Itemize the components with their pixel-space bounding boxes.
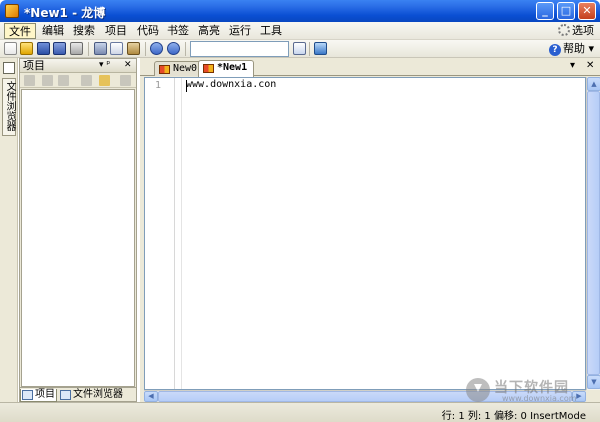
menu-edit[interactable]: 编辑 — [38, 23, 68, 39]
menu-file[interactable]: 文件 — [4, 23, 36, 39]
project-tree[interactable] — [21, 89, 135, 387]
tab-new1[interactable]: *New1 — [198, 60, 255, 77]
file-browser-side-tab[interactable]: 文件浏览器 — [2, 78, 16, 136]
panel-icon[interactable] — [3, 62, 15, 74]
close-tab-icon[interactable]: ✕ — [586, 60, 594, 71]
tab-new0-label: New0 — [173, 63, 198, 74]
minimize-button[interactable]: _ — [536, 2, 554, 20]
tab-file-browser-label: 文件浏览器 — [73, 389, 123, 400]
file-icon — [159, 65, 170, 74]
pin-icon[interactable]: ▾ ᵖ — [99, 59, 110, 72]
menu-code[interactable]: 代码 — [133, 23, 163, 39]
menu-bar: 文件 编辑 搜索 项目 代码 书签 高亮 运行 工具 选项 — [0, 22, 600, 40]
copy-icon[interactable] — [110, 42, 123, 55]
scroll-up-button[interactable]: ▲ — [587, 77, 600, 91]
gear-icon — [558, 24, 570, 36]
help-label: 帮助 — [562, 42, 585, 55]
cut-icon[interactable] — [94, 42, 107, 55]
status-bar: 行: 1 列: 1 偏移: 0 InsertMode — [0, 402, 600, 422]
search-input[interactable] — [190, 41, 289, 57]
tab-new0[interactable]: New0 — [154, 61, 205, 76]
title-bar[interactable]: *New1 - 龙博 _ □ ✕ — [0, 0, 600, 22]
save-all-icon[interactable] — [53, 42, 66, 55]
new-file-icon[interactable] — [4, 42, 17, 55]
tab-file-browser[interactable]: 文件浏览器 — [59, 389, 129, 402]
line-number: 1 — [155, 80, 162, 91]
menu-project[interactable]: 项目 — [101, 23, 131, 39]
new-project-icon[interactable] — [24, 75, 35, 86]
maximize-button[interactable]: □ — [557, 2, 575, 20]
menu-bookmark[interactable]: 书签 — [163, 23, 193, 39]
file-browser-icon — [60, 390, 71, 400]
close-icon[interactable]: ✕ — [124, 59, 132, 72]
undo-icon[interactable] — [150, 42, 163, 55]
menu-highlight[interactable]: 高亮 — [194, 23, 224, 39]
toolbar-separator — [309, 42, 310, 56]
open-folder-icon[interactable] — [20, 42, 33, 55]
file-icon — [203, 64, 214, 73]
menu-search[interactable]: 搜索 — [69, 23, 99, 39]
tab-list-icon[interactable]: ▾ — [570, 60, 575, 71]
save-icon[interactable] — [37, 42, 50, 55]
help-icon: ? — [548, 44, 561, 56]
tab-project-label: 项目 — [35, 389, 55, 400]
options-label: 选项 — [572, 24, 594, 37]
text-caret — [186, 80, 187, 92]
delete-icon[interactable] — [81, 75, 92, 86]
paste-icon[interactable] — [127, 42, 140, 55]
line-number-gutter: 1 — [145, 78, 175, 389]
cursor-status: 行: 1 列: 1 偏移: 0 InsertMode — [441, 411, 586, 422]
menu-tools[interactable]: 工具 — [256, 23, 286, 39]
properties-icon[interactable] — [120, 75, 131, 86]
code-line[interactable]: www.downxia.con — [186, 79, 276, 90]
project-panel-title: 项目 — [23, 59, 45, 72]
toolbar-separator — [185, 42, 186, 56]
menu-run[interactable]: 运行 — [225, 23, 255, 39]
vertical-scrollbar[interactable]: ▲ ▼ — [586, 77, 600, 390]
tab-project[interactable]: 项目 — [20, 389, 57, 402]
editor-tab-strip: New0 *New1 ▾ ✕ — [140, 58, 600, 77]
open-folder-icon[interactable] — [99, 75, 110, 86]
find-icon[interactable] — [293, 42, 306, 55]
image-icon[interactable] — [314, 42, 327, 55]
toolbar-separator — [88, 42, 89, 56]
add-folder-icon[interactable] — [58, 75, 69, 86]
project-panel-tabs: 项目 文件浏览器 — [20, 387, 136, 402]
scroll-left-button[interactable]: ◀ — [144, 391, 158, 402]
close-button[interactable]: ✕ — [578, 2, 596, 20]
editor-area: New0 *New1 ▾ ✕ 1 www.downxia.con ▲ ▼ ◀ ▶ — [140, 58, 600, 402]
vertical-scroll-thumb[interactable] — [587, 91, 600, 375]
add-file-icon[interactable] — [42, 75, 53, 86]
chevron-down-icon: ▾ — [588, 42, 594, 55]
download-logo-icon — [466, 378, 490, 402]
side-tab-strip: 文件浏览器 — [0, 58, 18, 402]
redo-icon[interactable] — [167, 42, 180, 55]
project-panel-header: 项目 ▾ ᵖ ✕ — [20, 59, 136, 73]
tab-new1-label: *New1 — [217, 62, 248, 73]
options-button[interactable]: 选项 — [558, 23, 594, 39]
project-panel: 项目 ▾ ᵖ ✕ 项目 文件浏览器 — [19, 58, 137, 402]
fold-margin — [181, 78, 182, 389]
toolbar-separator — [145, 42, 146, 56]
app-icon — [5, 4, 19, 18]
project-icon — [22, 390, 33, 400]
project-panel-toolbar — [20, 73, 136, 88]
print-icon[interactable] — [70, 42, 83, 55]
toolbar: ? 帮助 ▾ — [0, 40, 600, 58]
window-title: *New1 - 龙博 — [24, 6, 106, 20]
code-editor[interactable]: 1 www.downxia.con — [144, 77, 586, 390]
help-button[interactable]: ? 帮助 ▾ — [548, 41, 594, 57]
